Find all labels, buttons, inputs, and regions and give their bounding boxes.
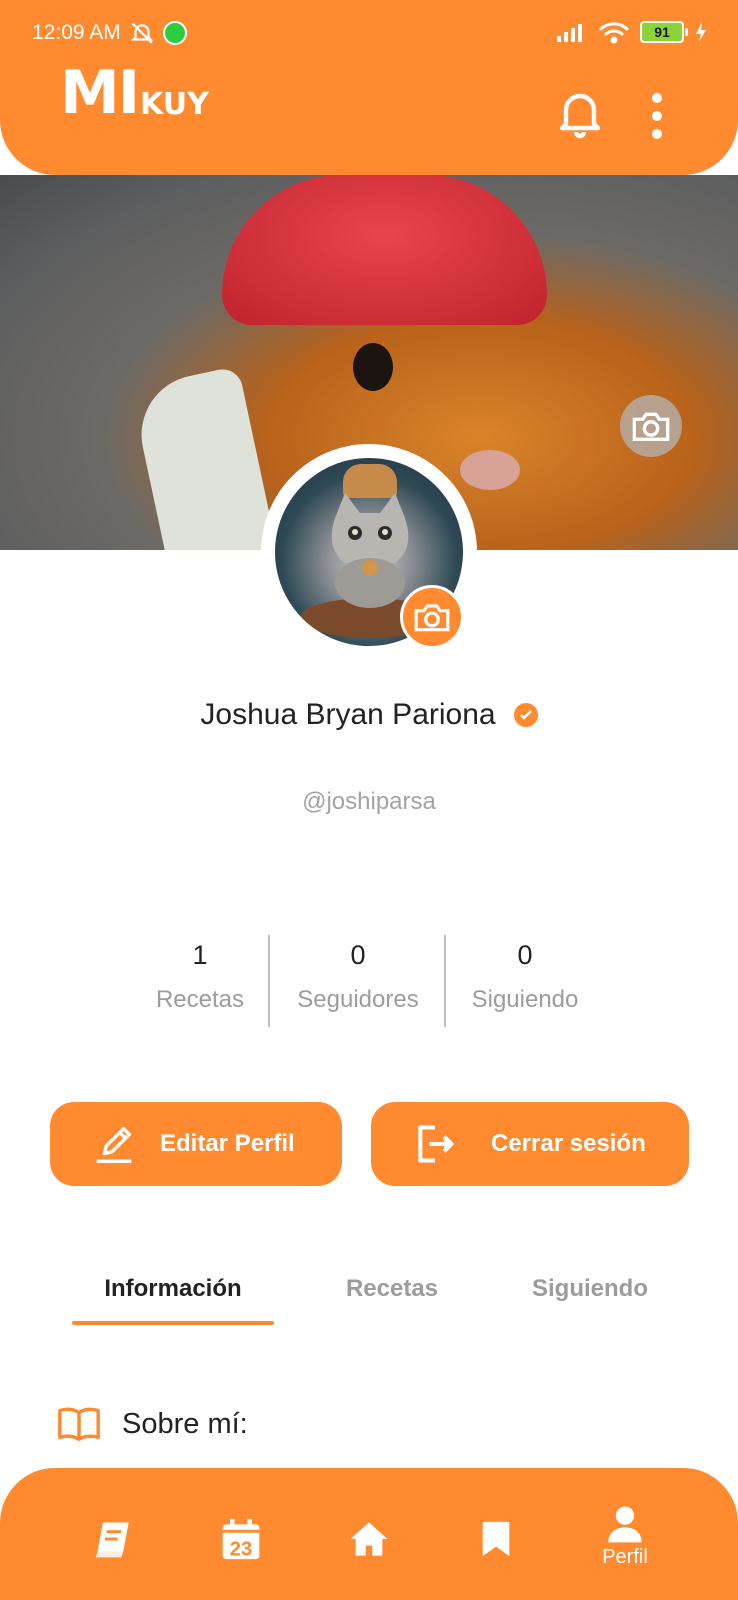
- stat-value: 0: [350, 940, 366, 970]
- stat-label: Seguidores: [297, 986, 419, 1013]
- banner-nose: [460, 450, 520, 490]
- open-book-icon: [58, 1407, 100, 1442]
- banner-camera-button[interactable]: [620, 395, 682, 457]
- nav-calendar[interactable]: 23: [218, 1514, 264, 1564]
- home-icon: [350, 1522, 388, 1556]
- app-logo: MI KUY: [60, 58, 209, 128]
- camera-icon: [414, 604, 450, 632]
- profile-name: Joshua Bryan Pariona: [200, 698, 496, 731]
- stat-divider: [444, 935, 446, 1027]
- nav-saved[interactable]: [476, 1514, 516, 1564]
- calendar-day: 23: [230, 1539, 252, 1561]
- banner-cloth: [130, 365, 280, 550]
- nav-profile[interactable]: Perfil: [590, 1500, 660, 1572]
- nav-home[interactable]: [348, 1514, 390, 1564]
- whatsapp-icon: [162, 21, 187, 45]
- wifi-icon: [599, 22, 629, 44]
- stat-siguiendo[interactable]: 0 Siguiendo: [460, 935, 590, 1025]
- nav-profile-label: Perfil: [602, 1545, 648, 1568]
- tab-siguiendo[interactable]: Siguiendo: [510, 1275, 670, 1303]
- avatar-camera-button[interactable]: [400, 585, 464, 649]
- stat-value: 0: [517, 940, 533, 970]
- banner-eye: [353, 343, 393, 391]
- stat-value: 1: [192, 940, 208, 970]
- charging-icon: [696, 22, 706, 42]
- book-icon: [95, 1522, 129, 1558]
- mute-icon: [130, 22, 154, 44]
- cat-figure: [331, 493, 409, 608]
- stat-divider: [268, 935, 270, 1027]
- edit-profile-label: Editar Perfil: [160, 1130, 295, 1157]
- edit-profile-button[interactable]: Editar Perfil: [50, 1102, 342, 1186]
- profile-name-row: Joshua Bryan Pariona: [0, 698, 738, 732]
- stat-recetas[interactable]: 1 Recetas: [140, 935, 260, 1025]
- more-vertical-icon[interactable]: [650, 92, 664, 145]
- tab-recetas[interactable]: Recetas: [322, 1275, 462, 1303]
- logout-button[interactable]: Cerrar sesión: [371, 1102, 689, 1186]
- stat-label: Recetas: [155, 986, 245, 1013]
- pencil-icon: [88, 1121, 140, 1167]
- profile-handle: @joshiparsa: [302, 788, 436, 815]
- about-section-header: Sobre mí:: [56, 1404, 248, 1444]
- active-tab-indicator: [72, 1321, 274, 1325]
- signal-icon: [557, 24, 582, 42]
- stat-seguidores[interactable]: 0 Seguidores: [283, 935, 433, 1025]
- verified-badge-icon: [513, 703, 538, 727]
- status-bar-left: 12:09 AM: [32, 20, 187, 46]
- stat-label: Siguiendo: [471, 986, 579, 1013]
- logout-label: Cerrar sesión: [491, 1130, 646, 1157]
- logo-big-text: MI: [60, 58, 140, 128]
- calendar-icon: 23: [222, 1518, 260, 1561]
- app-header: 12:09 AM 91 MI KUY: [0, 0, 738, 175]
- tab-informacion[interactable]: Información: [72, 1275, 274, 1303]
- bell-icon[interactable]: [556, 88, 604, 145]
- logout-icon: [409, 1122, 461, 1166]
- camera-icon: [632, 412, 670, 441]
- about-title: Sobre mí:: [122, 1407, 248, 1440]
- user-icon: [608, 1506, 642, 1542]
- bookmark-icon: [482, 1521, 510, 1557]
- status-bar-right: 91: [556, 20, 708, 44]
- banner-hat: [222, 175, 547, 325]
- status-time: 12:09 AM: [32, 21, 121, 44]
- battery-indicator: 91: [640, 21, 688, 43]
- nav-recipes[interactable]: [88, 1514, 140, 1564]
- logo-small-text: KUY: [140, 87, 209, 122]
